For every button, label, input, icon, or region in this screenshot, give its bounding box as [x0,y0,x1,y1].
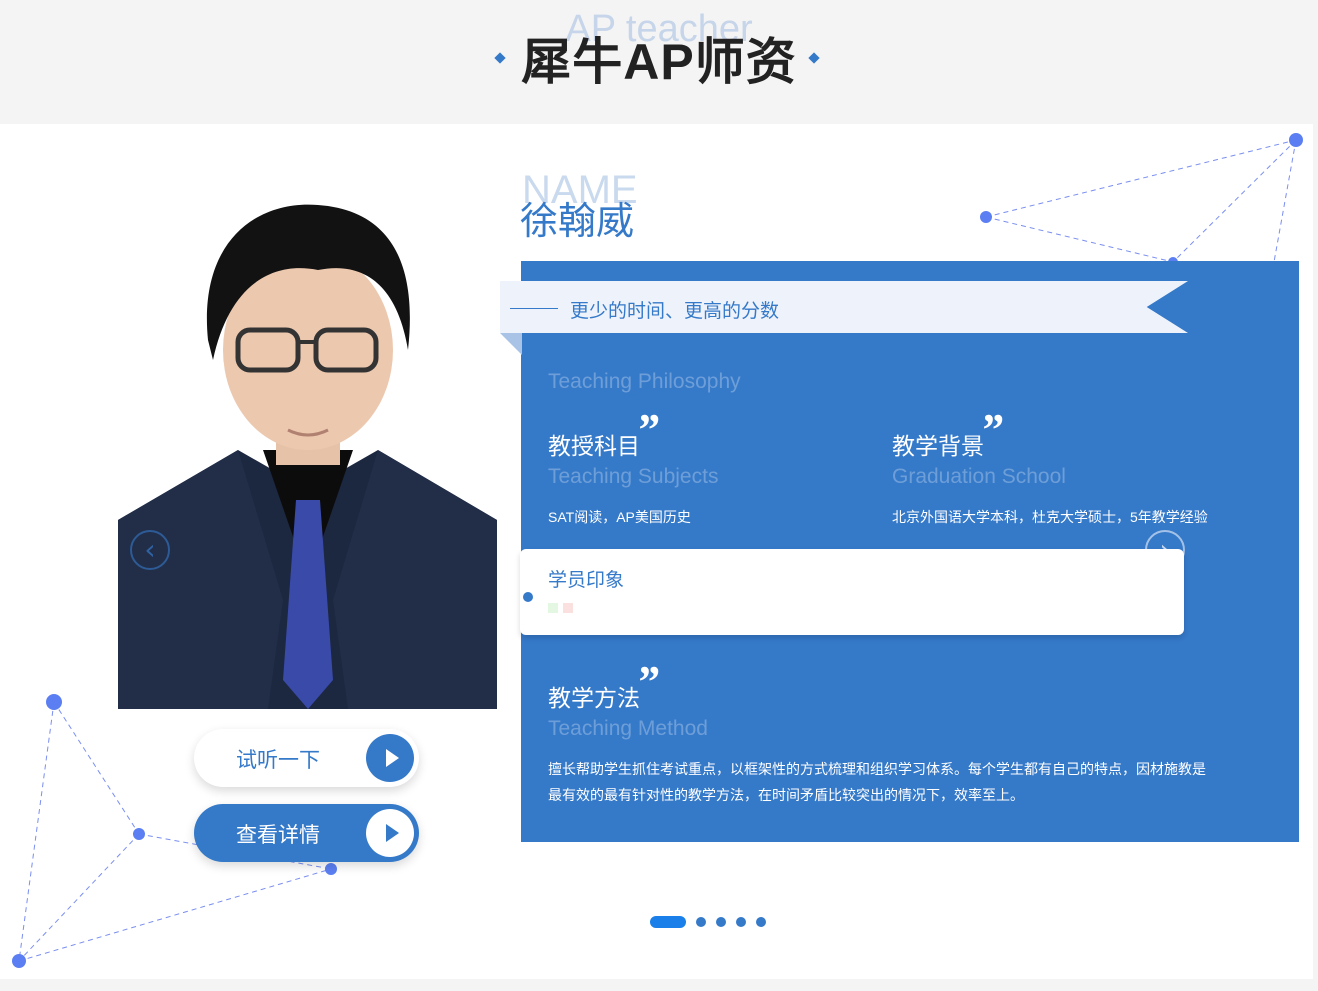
impression-thumb-green [548,603,558,613]
next-arrow-button[interactable]: › [1145,530,1185,570]
quote-mark-icon: ” [636,656,659,707]
trial-lesson-button[interactable]: 试听一下 [194,729,419,787]
student-impression-card [520,549,1184,635]
impression-title: 学员印象 [548,570,625,591]
impression-dot-icon [523,592,533,602]
slogan-text: 更少的时间、更高的分数 [570,301,780,322]
method-text-line-2: 最有效的最有针对性的教学方法，在时间矛盾比较突出的情况下，效率至上。 [548,787,1024,803]
philosophy-en-label: Teaching Philosophy [548,370,741,393]
teacher-name: 徐翰威 [520,201,635,243]
method-text-line-1: 擅长帮助学生抓住考试重点，以框架性的方式梳理和组织学习体系。每个学生都有自己的特… [548,761,1206,777]
pagination-dot-active[interactable] [650,916,686,928]
play-icon [366,809,414,857]
pagination-dot[interactable] [756,917,766,927]
prev-arrow-button[interactable]: ‹ [130,530,170,570]
chevron-right-icon: › [1159,533,1171,566]
impression-notch [500,575,522,619]
impression-thumb-red [563,603,573,613]
method-en-label: Teaching Method [548,717,708,740]
method-heading: 教学方法 [548,685,640,711]
ribbon-fold-decoration [500,333,522,355]
ribbon-line-decoration [510,308,558,309]
background-en-label: Graduation School [892,465,1066,488]
background-heading: 教学背景 [892,433,984,459]
play-icon [366,734,414,782]
view-details-button[interactable]: 查看详情 [194,804,419,862]
teacher-photo [118,200,497,709]
subjects-value: SAT阅读，AP美国历史 [548,509,691,525]
pagination-dot[interactable] [696,917,706,927]
subjects-heading: 教授科目 [548,433,640,459]
background-value: 北京外国语大学本科，杜克大学硕士，5年教学经验 [892,509,1208,525]
trial-lesson-label: 试听一下 [236,749,320,772]
quote-mark-icon: ” [980,404,1003,455]
chevron-left-icon: ‹ [144,533,156,566]
pagination-dot[interactable] [736,917,746,927]
right-edge-strip [1313,0,1318,991]
pagination-dot[interactable] [716,917,726,927]
quote-mark-icon: ” [636,404,659,455]
bottom-edge-strip [0,979,1318,991]
view-details-label: 查看详情 [236,824,320,847]
subjects-en-label: Teaching Subjects [548,465,719,488]
